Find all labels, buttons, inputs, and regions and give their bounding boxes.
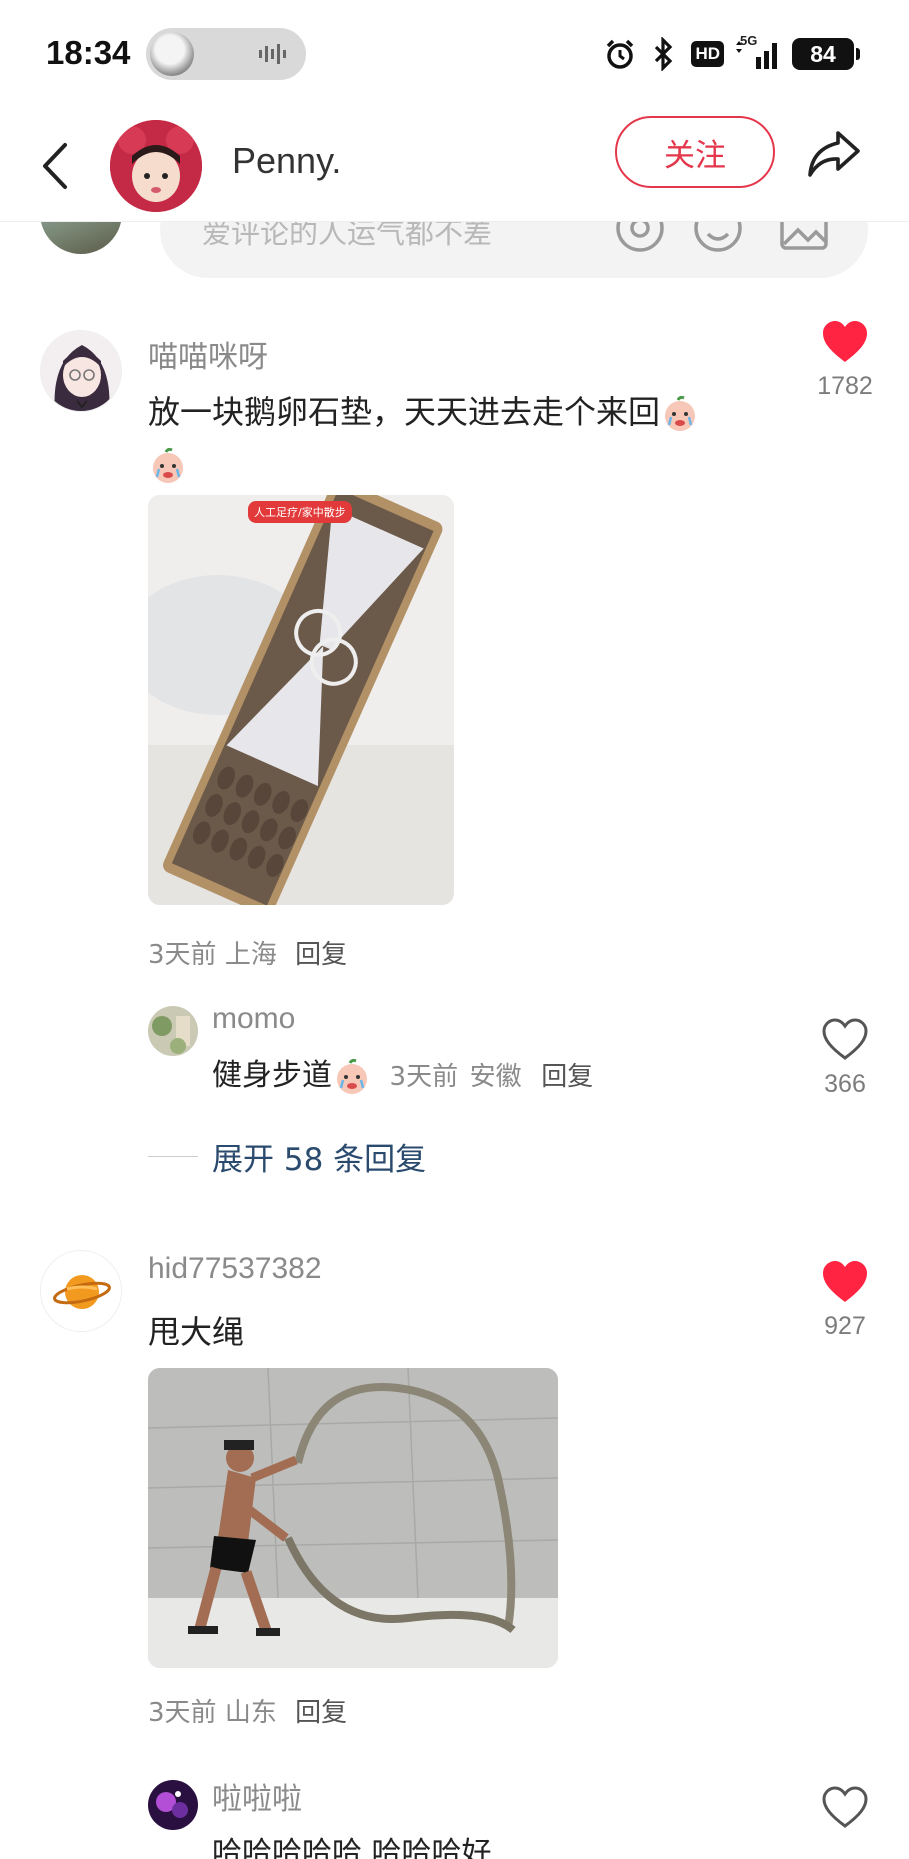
- reply-button[interactable]: 回复: [295, 1698, 347, 1728]
- comment-time: 3天前: [148, 1698, 217, 1728]
- crying-face-emoji-icon: [153, 447, 183, 483]
- hd-badge: HD: [691, 41, 724, 67]
- comment-input[interactable]: 爱评论的人运气都不差: [160, 222, 868, 278]
- image-badge: 人工足疗/家中散步: [248, 501, 352, 523]
- comment-time: 3天前: [148, 940, 217, 970]
- comment-username[interactable]: hid77537382: [148, 1252, 322, 1286]
- top-nav: Penny. 关注: [0, 110, 909, 222]
- image-icon[interactable]: [776, 222, 832, 256]
- media-thumbnail: [150, 32, 194, 76]
- sub-reply-avatar[interactable]: [148, 1780, 198, 1830]
- battle-rope-photo: [148, 1368, 558, 1668]
- status-bar: 18:34 HD 5G 84: [0, 0, 909, 110]
- sub-reply-like-button[interactable]: 366: [810, 1018, 880, 1099]
- comment-image[interactable]: [148, 1368, 558, 1668]
- crying-face-emoji-icon: [337, 1058, 367, 1094]
- bluetooth-icon: [647, 37, 681, 71]
- signal-5g-icon: 5G: [734, 33, 782, 71]
- like-button[interactable]: 927: [810, 1260, 880, 1341]
- battery-indicator: 84: [792, 38, 860, 70]
- expand-divider: [148, 1155, 198, 1157]
- sub-reply-username[interactable]: momo: [212, 1002, 295, 1036]
- planet-icon: [41, 1251, 121, 1331]
- comment-text-body: 放一块鹅卵石垫，天天进去走个来回: [148, 393, 661, 431]
- status-time: 18:34: [46, 34, 131, 71]
- back-arrow-icon: [43, 143, 67, 189]
- my-avatar: [40, 222, 122, 254]
- comment-text: 放一块鹅卵石垫，天天进去走个来回: [148, 386, 778, 490]
- heart-filled-icon: [823, 1261, 867, 1302]
- expand-replies-label: 展开 58 条回复: [212, 1141, 427, 1178]
- sub-reply-text: 健身步道 3天前 安徽 回复: [212, 1050, 593, 1097]
- signal-label: 5G: [740, 33, 758, 48]
- like-count: 1782: [817, 372, 873, 400]
- sub-reply-reply-button[interactable]: 回复: [541, 1062, 593, 1092]
- sub-reply-like-count: 366: [824, 1070, 866, 1098]
- mention-icon[interactable]: [612, 222, 668, 256]
- author-name[interactable]: Penny.: [232, 140, 341, 182]
- author-avatar[interactable]: [110, 120, 202, 212]
- comment-username[interactable]: 喵喵咪呀: [148, 332, 268, 376]
- share-icon: [808, 131, 860, 177]
- sub-reply-location: 安徽: [469, 1062, 522, 1092]
- comment-input-placeholder: 爱评论的人运气都不差: [202, 222, 493, 250]
- sub-reply-like-button[interactable]: [810, 1786, 880, 1830]
- comment-image[interactable]: 人工足疗/家中散步: [148, 495, 454, 905]
- like-count: 927: [824, 1312, 866, 1340]
- sub-reply-time: 3天前: [389, 1062, 459, 1092]
- heart-outline-icon: [822, 1018, 868, 1060]
- sub-reply-username[interactable]: 啦啦啦: [212, 1774, 302, 1818]
- status-icons: HD 5G 84: [603, 33, 860, 74]
- crying-face-emoji-icon: [665, 395, 696, 431]
- like-button[interactable]: 1782: [810, 320, 880, 401]
- sub-reply-body: 健身步道: [212, 1058, 332, 1093]
- reply-button[interactable]: 回复: [295, 940, 347, 970]
- audio-wave-icon: [259, 44, 286, 64]
- pebble-mat-photo: [148, 495, 454, 905]
- dynamic-island[interactable]: [146, 28, 306, 80]
- heart-filled-icon: [823, 321, 867, 362]
- sub-reply-avatar[interactable]: [148, 1006, 198, 1056]
- comment-avatar[interactable]: [40, 1250, 122, 1332]
- heart-outline-icon: [822, 1786, 868, 1828]
- emoji-icon[interactable]: [690, 222, 746, 256]
- follow-button[interactable]: 关注: [615, 116, 775, 188]
- alarm-icon: [603, 37, 637, 71]
- back-button[interactable]: [30, 130, 80, 202]
- comment-location: 山东: [224, 1698, 277, 1728]
- sub-reply-text: 哈哈哈哈哈 哈哈哈好: [212, 1836, 492, 1859]
- expand-replies-button[interactable]: 展开 58 条回复: [148, 1136, 427, 1178]
- comment-meta: 3天前 山东 回复: [148, 1692, 347, 1729]
- comment-text: 甩大绳: [148, 1313, 245, 1351]
- comment-input-row: 爱评论的人运气都不差: [0, 222, 909, 280]
- comment-location: 上海: [224, 940, 277, 970]
- comment-meta: 3天前 上海 回复: [148, 934, 347, 971]
- share-button[interactable]: [800, 124, 868, 184]
- comment-avatar[interactable]: [40, 330, 122, 412]
